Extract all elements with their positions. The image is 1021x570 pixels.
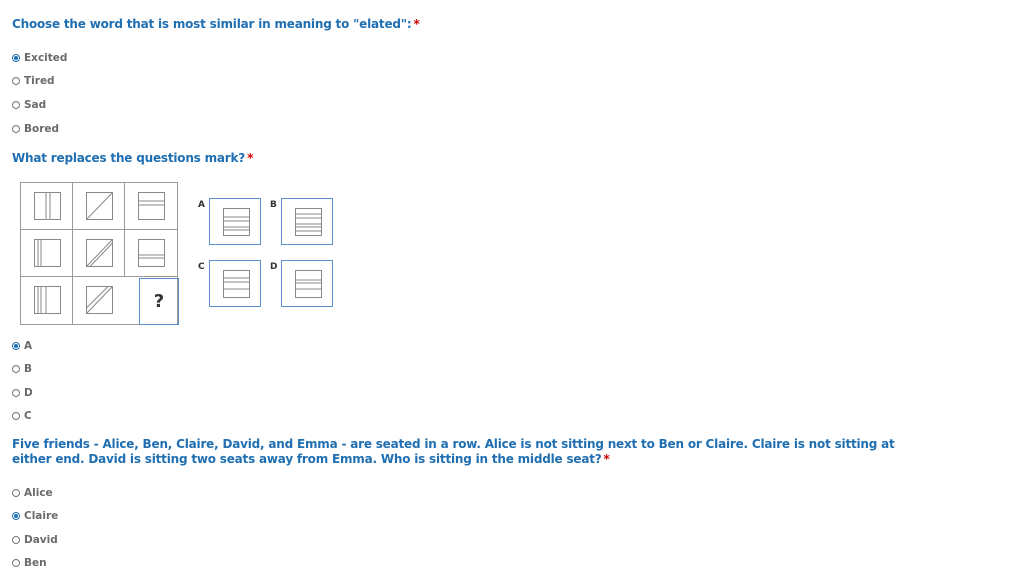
- option-label: Ben: [24, 557, 47, 569]
- answer-figure-a: [209, 198, 261, 245]
- answer-label-a: A: [198, 200, 205, 210]
- option-label: Tired: [24, 75, 55, 87]
- q1-option-excited[interactable]: Excited: [12, 51, 67, 65]
- vertical-bars-figure-icon: [34, 192, 61, 220]
- option-label: C: [24, 410, 32, 422]
- missing-cell: ?: [139, 278, 179, 325]
- grid-figure-icon: [223, 208, 250, 236]
- q1-option-tired[interactable]: Tired: [12, 74, 55, 88]
- radio-icon[interactable]: [12, 559, 20, 567]
- grid-figure-icon: [223, 270, 250, 298]
- puzzle-cell: [73, 277, 125, 324]
- q3-option-alice[interactable]: Alice: [12, 486, 53, 500]
- vertical-bars-figure-icon: [34, 239, 61, 267]
- q1-option-bored[interactable]: Bored: [12, 122, 59, 136]
- option-label: Claire: [24, 510, 59, 522]
- answer-figure-c: [209, 260, 261, 307]
- option-label: B: [24, 363, 33, 375]
- q3-option-ben[interactable]: Ben: [12, 556, 47, 570]
- diagonal-figure-icon: [86, 192, 113, 220]
- vertical-bars-figure-icon: [34, 286, 61, 314]
- puzzle-cell: [21, 183, 73, 230]
- radio-icon[interactable]: [12, 389, 20, 397]
- question-3-title: Five friends - Alice, Ben, Claire, David…: [12, 437, 1012, 467]
- q1-option-sad[interactable]: Sad: [12, 98, 46, 112]
- horizontal-bars-figure-icon: [138, 239, 165, 267]
- question-mark: ?: [153, 291, 165, 312]
- grid-figure-icon: [295, 270, 322, 298]
- question-2-title: What replaces the questions mark? *: [12, 151, 253, 166]
- radio-icon[interactable]: [12, 412, 20, 420]
- puzzle-cell: [125, 230, 177, 277]
- matrix-puzzle: ?: [20, 182, 179, 325]
- option-label: David: [24, 534, 58, 546]
- question-1-text: Choose the word that is most similar in …: [12, 17, 412, 31]
- question-1-title: Choose the word that is most similar in …: [12, 17, 420, 32]
- radio-icon[interactable]: [12, 77, 20, 85]
- option-label: Bored: [24, 123, 60, 135]
- grid-figure-icon: [295, 208, 322, 236]
- puzzle-cell: [125, 183, 177, 230]
- q2-option-a[interactable]: A: [12, 339, 32, 353]
- radio-checked-icon[interactable]: [12, 342, 20, 350]
- answer-label-d: D: [270, 262, 278, 272]
- option-label: Alice: [24, 487, 53, 499]
- q2-option-b[interactable]: B: [12, 362, 32, 376]
- horizontal-bars-figure-icon: [138, 192, 165, 220]
- q3-option-claire[interactable]: Claire: [12, 509, 58, 523]
- required-marker: *: [603, 452, 610, 466]
- answer-figure-d: [281, 260, 333, 307]
- puzzle-cell: [73, 183, 125, 230]
- double-diagonal-figure-icon: [86, 286, 113, 314]
- radio-icon[interactable]: [12, 536, 20, 544]
- radio-checked-icon[interactable]: [12, 54, 20, 62]
- radio-icon[interactable]: [12, 489, 20, 497]
- option-label: D: [24, 387, 33, 399]
- question-2-text: What replaces the questions mark?: [12, 151, 246, 165]
- answer-label-b: B: [270, 200, 277, 210]
- double-diagonal-figure-icon: [86, 239, 113, 267]
- option-label: Excited: [24, 52, 68, 64]
- question-3-text-line-2: either end. David is sitting two seats a…: [12, 452, 602, 466]
- radio-icon[interactable]: [12, 125, 20, 133]
- required-marker: *: [413, 17, 420, 31]
- option-label: Sad: [24, 99, 47, 111]
- option-label: A: [24, 340, 33, 352]
- radio-icon[interactable]: [12, 101, 20, 109]
- required-marker: *: [247, 151, 254, 165]
- answer-figure-b: [281, 198, 333, 245]
- puzzle-cell: [73, 230, 125, 277]
- q2-option-d[interactable]: D: [12, 386, 33, 400]
- radio-checked-icon[interactable]: [12, 512, 20, 520]
- q2-option-c[interactable]: C: [12, 409, 32, 423]
- puzzle-cell: [21, 277, 73, 324]
- radio-icon[interactable]: [12, 365, 20, 373]
- puzzle-cell: [21, 230, 73, 277]
- q3-option-david[interactable]: David: [12, 533, 58, 547]
- answer-label-c: C: [198, 262, 205, 272]
- question-3-text-line-1: Five friends - Alice, Ben, Claire, David…: [12, 437, 895, 451]
